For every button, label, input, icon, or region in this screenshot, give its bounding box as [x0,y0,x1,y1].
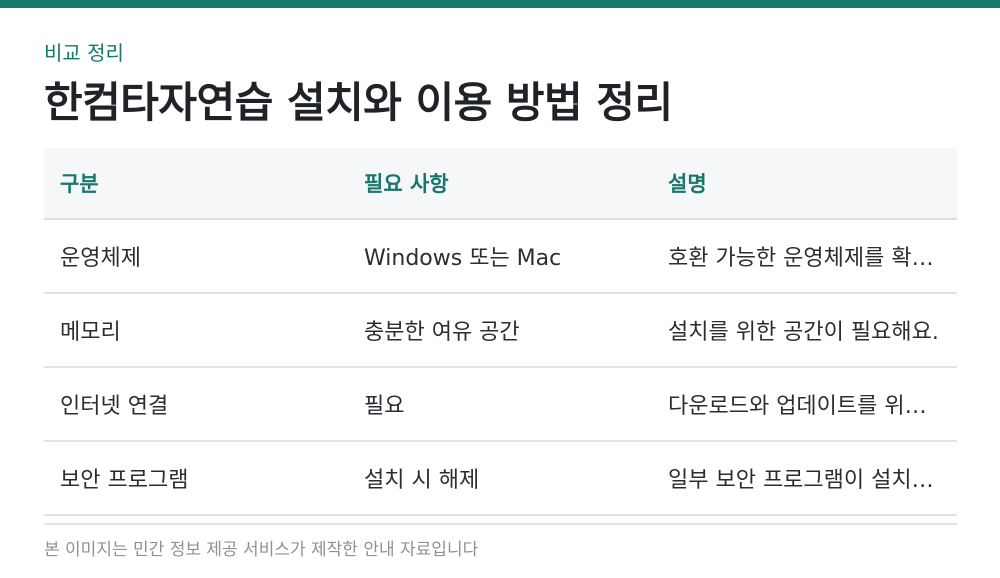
table-cell-description: 다운로드와 업데이트를 위… [668,394,927,419]
table-row: 인터넷 연결 필요 다운로드와 업데이트를 위… [44,368,957,442]
table-cell-description: 호환 가능한 운영체제를 확… [668,246,934,271]
table-row: 보안 프로그램 설치 시 해제 일부 보안 프로그램이 설치… [44,442,957,516]
eyebrow-label: 비교 정리 [44,41,124,65]
table-header: 구분 필요 사항 설명 [44,148,957,220]
column-header-description: 설명 [668,172,707,196]
table-cell-category: 메모리 [60,320,121,345]
table-cell-requirement: 필요 [364,394,405,419]
column-header-requirement: 필요 사항 [364,172,449,196]
table-cell-requirement: 충분한 여유 공간 [364,320,520,345]
page-title: 한컴타자연습 설치와 이용 방법 정리 [44,78,673,127]
footer-divider [44,523,957,525]
footnote: 본 이미지는 민간 정보 제공 서비스가 제작한 안내 자료입니다 [44,540,479,560]
column-header-category: 구분 [60,172,99,196]
table-cell-category: 보안 프로그램 [60,468,189,493]
table-cell-requirement: Windows 또는 Mac [364,246,562,271]
table-cell-requirement: 설치 시 해제 [364,468,480,493]
table-cell-description: 설치를 위한 공간이 필요해요. [668,320,939,345]
table-cell-category: 인터넷 연결 [60,394,169,419]
table-row: 메모리 충분한 여유 공간 설치를 위한 공간이 필요해요. [44,294,957,368]
comparison-table: 구분 필요 사항 설명 운영체제 Windows 또는 Mac 호환 가능한 운… [44,148,957,516]
table-cell-description: 일부 보안 프로그램이 설치… [668,468,934,493]
table-cell-category: 운영체제 [60,246,141,271]
top-accent-bar [0,0,1000,8]
table-row: 운영체제 Windows 또는 Mac 호환 가능한 운영체제를 확… [44,220,957,294]
